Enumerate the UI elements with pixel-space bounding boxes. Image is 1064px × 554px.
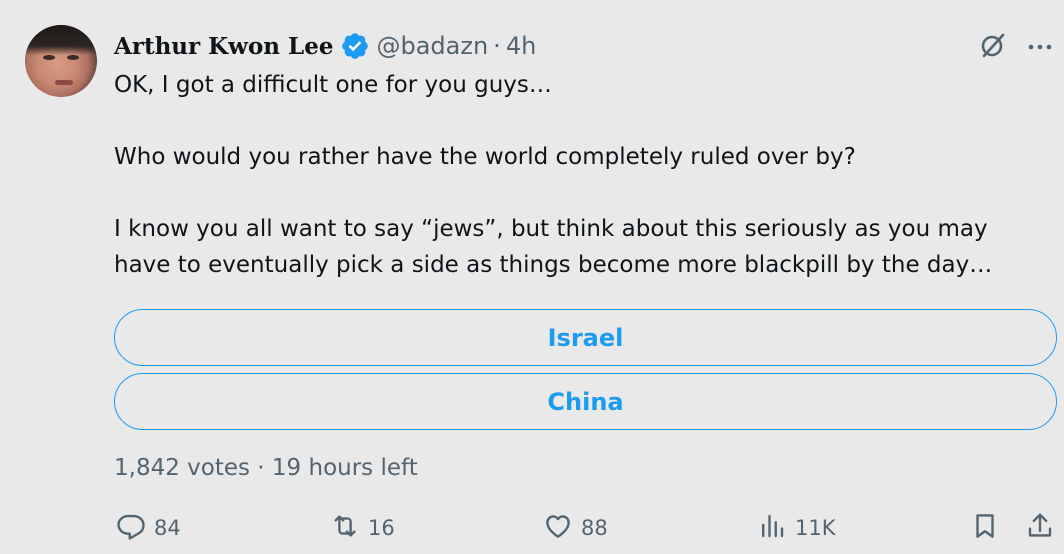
poll-meta: 1,842 votes · 19 hours left	[114, 455, 418, 481]
author-handle[interactable]: @badazn	[376, 32, 488, 60]
verified-badge-icon[interactable]	[340, 31, 370, 61]
separator-dot: ·	[493, 32, 501, 60]
views-icon	[757, 511, 787, 546]
tweet-text: OK, I got a difficult one for you guys… …	[114, 67, 1054, 283]
reply-button[interactable]: 84	[116, 510, 181, 546]
retweet-button[interactable]: 16	[330, 510, 395, 546]
bookmark-icon	[970, 511, 1000, 546]
bookmark-button[interactable]	[970, 510, 1000, 546]
tweet-text-line: have to eventually pick a side as things…	[114, 252, 993, 278]
share-button[interactable]	[1025, 510, 1055, 546]
reply-count: 84	[154, 516, 181, 540]
tweet-text-line: OK, I got a difficult one for you guys…	[114, 72, 552, 98]
tweet-header: Arthur Kwon Lee @badazn · 4h	[114, 30, 536, 62]
more-icon[interactable]	[1025, 32, 1055, 62]
like-count: 88	[581, 516, 608, 540]
views-count: 11K	[795, 516, 836, 540]
grok-icon[interactable]	[978, 30, 1008, 60]
poll-option-israel[interactable]: Israel	[114, 309, 1057, 366]
retweet-count: 16	[368, 516, 395, 540]
poll-option-china[interactable]: China	[114, 373, 1057, 430]
share-icon	[1025, 511, 1055, 546]
like-button[interactable]: 88	[543, 510, 608, 546]
retweet-icon	[330, 511, 360, 546]
tweet-timestamp[interactable]: 4h	[506, 32, 536, 60]
author-name[interactable]: Arthur Kwon Lee	[114, 33, 333, 60]
reply-icon	[116, 511, 146, 546]
tweet-text-line: I know you all want to say “jews”, but t…	[114, 216, 988, 242]
views-button[interactable]: 11K	[757, 510, 836, 546]
avatar[interactable]	[25, 25, 97, 97]
tweet-text-line	[114, 103, 1054, 139]
tweet-text-line	[114, 175, 1054, 211]
tweet-text-line: Who would you rather have the world comp…	[114, 144, 856, 170]
like-icon	[543, 511, 573, 546]
